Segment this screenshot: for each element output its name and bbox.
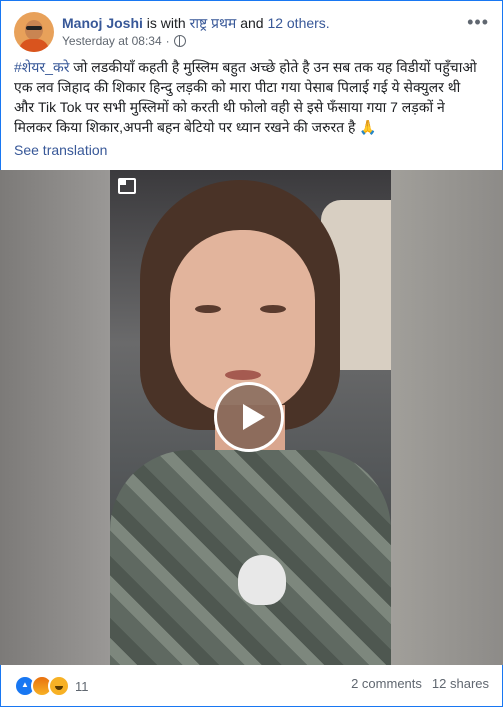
blurred-background-right <box>391 170 503 665</box>
post-stats: 2 comments 12 shares <box>351 676 489 691</box>
globe-icon[interactable] <box>173 35 186 47</box>
person-eye-right <box>260 305 286 313</box>
avatar-face <box>25 20 43 40</box>
reaction-count[interactable]: 11 <box>75 679 89 694</box>
post-body: जो लडकीयाँ कहती है मुस्लिम बहुत अच्छे हो… <box>14 59 477 135</box>
skull-print <box>238 555 286 605</box>
play-icon[interactable] <box>214 382 284 452</box>
tagged-page-link[interactable]: राष्ट्र प्रथम <box>190 15 237 31</box>
post-timestamp[interactable]: Yesterday at 08:34 <box>62 34 162 48</box>
hashtag-link[interactable]: #शेयर_करे <box>14 59 69 75</box>
with-text: is with <box>146 15 186 31</box>
post-meta: Yesterday at 08:34 · <box>62 34 186 48</box>
haha-icon <box>48 675 70 697</box>
avatar-shirt <box>19 39 49 52</box>
reactions-summary[interactable]: 11 <box>14 675 89 697</box>
picture-in-picture-icon[interactable] <box>118 178 136 194</box>
post-text: #शेयर_करे जो लडकीयाँ कहती है मुस्लिम बहु… <box>14 57 484 137</box>
person-mouth <box>225 370 261 380</box>
author-name[interactable]: Manoj Joshi <box>62 15 143 31</box>
shares-count[interactable]: 12 shares <box>432 676 489 691</box>
post-header: Manoj Joshi is with राष्ट्र प्रथम and 12… <box>14 10 493 54</box>
person-eye-left <box>195 305 221 313</box>
and-text: and <box>240 15 264 31</box>
more-options-icon[interactable]: ••• <box>467 12 489 33</box>
others-link[interactable]: 12 others. <box>267 15 329 31</box>
blurred-background-left <box>0 170 110 665</box>
meta-separator: · <box>165 34 170 48</box>
author-avatar[interactable] <box>14 12 54 52</box>
avatar-sunglasses <box>26 26 42 30</box>
post-footer: 11 2 comments 12 shares <box>14 673 489 697</box>
comments-count[interactable]: 2 comments <box>351 676 422 691</box>
author-line: Manoj Joshi is with राष्ट्र प्रथम and 12… <box>62 14 330 33</box>
see-translation-link[interactable]: See translation <box>14 142 107 158</box>
